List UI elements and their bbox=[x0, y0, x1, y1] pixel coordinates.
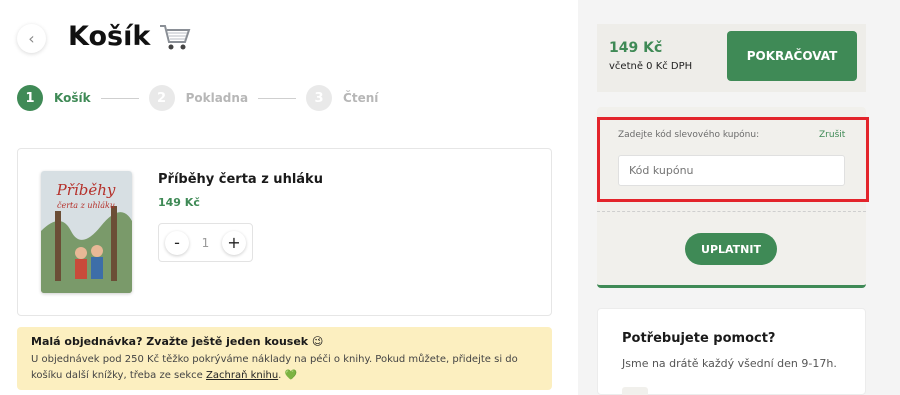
book-cover-image[interactable]: Příběhy čerta z uhláku bbox=[41, 171, 132, 293]
small-order-notice: Malá objednávka? Zvažte ještě jeden kous… bbox=[17, 327, 552, 390]
step-1-number: 1 bbox=[17, 85, 43, 111]
green-heart-icon: 💚 bbox=[284, 370, 297, 381]
shopping-cart-icon bbox=[160, 24, 191, 49]
cart-main: ‹ Košík 1 Košík 2 Pokladna 3 Čtení Příbě… bbox=[0, 0, 578, 395]
notice-text: U objednávek pod 250 Kč těžko pokrýváme … bbox=[31, 352, 538, 384]
apply-coupon-button[interactable]: UPLATNIT bbox=[685, 233, 777, 265]
cart-item-card: Příběhy čerta z uhláku Příběhy čerta z u… bbox=[17, 148, 552, 316]
help-contact-icon bbox=[622, 387, 648, 395]
svg-text:Příběhy: Příběhy bbox=[56, 181, 116, 199]
step-3-number: 3 bbox=[306, 85, 333, 111]
quantity-stepper: - 1 + bbox=[158, 223, 253, 262]
product-price: 149 Kč bbox=[158, 196, 200, 209]
help-panel: Potřebujete pomoct? Jsme na drátě každý … bbox=[597, 308, 866, 395]
order-summary: 149 Kč včetně 0 Kč DPH POKRAČOVAT bbox=[597, 24, 866, 92]
page-title: Košík bbox=[68, 21, 192, 52]
step-2-number: 2 bbox=[148, 85, 175, 111]
checkout-sidebar: 149 Kč včetně 0 Kč DPH POKRAČOVAT Zadejt… bbox=[578, 0, 900, 395]
coupon-divider bbox=[597, 211, 866, 212]
step-divider bbox=[100, 97, 139, 99]
svg-text:čerta z uhláku: čerta z uhláku bbox=[57, 201, 115, 210]
coupon-highlight-box bbox=[597, 117, 869, 202]
step-2-label: Pokladna bbox=[185, 91, 249, 105]
product-title[interactable]: Příběhy čerta z uhláku bbox=[158, 172, 323, 187]
decrease-quantity-button[interactable]: - bbox=[165, 230, 189, 255]
checkout-steps: 1 Košík 2 Pokladna 3 Čtení bbox=[17, 85, 378, 111]
chevron-left-icon: ‹ bbox=[28, 29, 35, 48]
increase-quantity-button[interactable]: + bbox=[221, 230, 246, 255]
zachran-knihu-link[interactable]: Zachraň knihu bbox=[206, 370, 278, 381]
quantity-value[interactable]: 1 bbox=[202, 236, 210, 250]
book-cover-illustration: Příběhy čerta z uhláku bbox=[41, 171, 132, 293]
help-title: Potřebujete pomoct? bbox=[622, 331, 776, 346]
summary-vat: včetně 0 Kč DPH bbox=[609, 61, 693, 72]
continue-button[interactable]: POKRAČOVAT bbox=[727, 31, 857, 81]
help-text: Jsme na drátě každý všední den 9-17h. bbox=[622, 357, 837, 370]
page-title-text: Košík bbox=[68, 21, 151, 52]
summary-total: 149 Kč bbox=[609, 40, 663, 56]
step-3-label: Čtení bbox=[343, 91, 379, 105]
notice-title: Malá objednávka? Zvažte ještě jeden kous… bbox=[31, 335, 324, 348]
step-1-label: Košík bbox=[54, 91, 91, 105]
back-button[interactable]: ‹ bbox=[17, 24, 46, 53]
step-divider bbox=[258, 97, 297, 99]
